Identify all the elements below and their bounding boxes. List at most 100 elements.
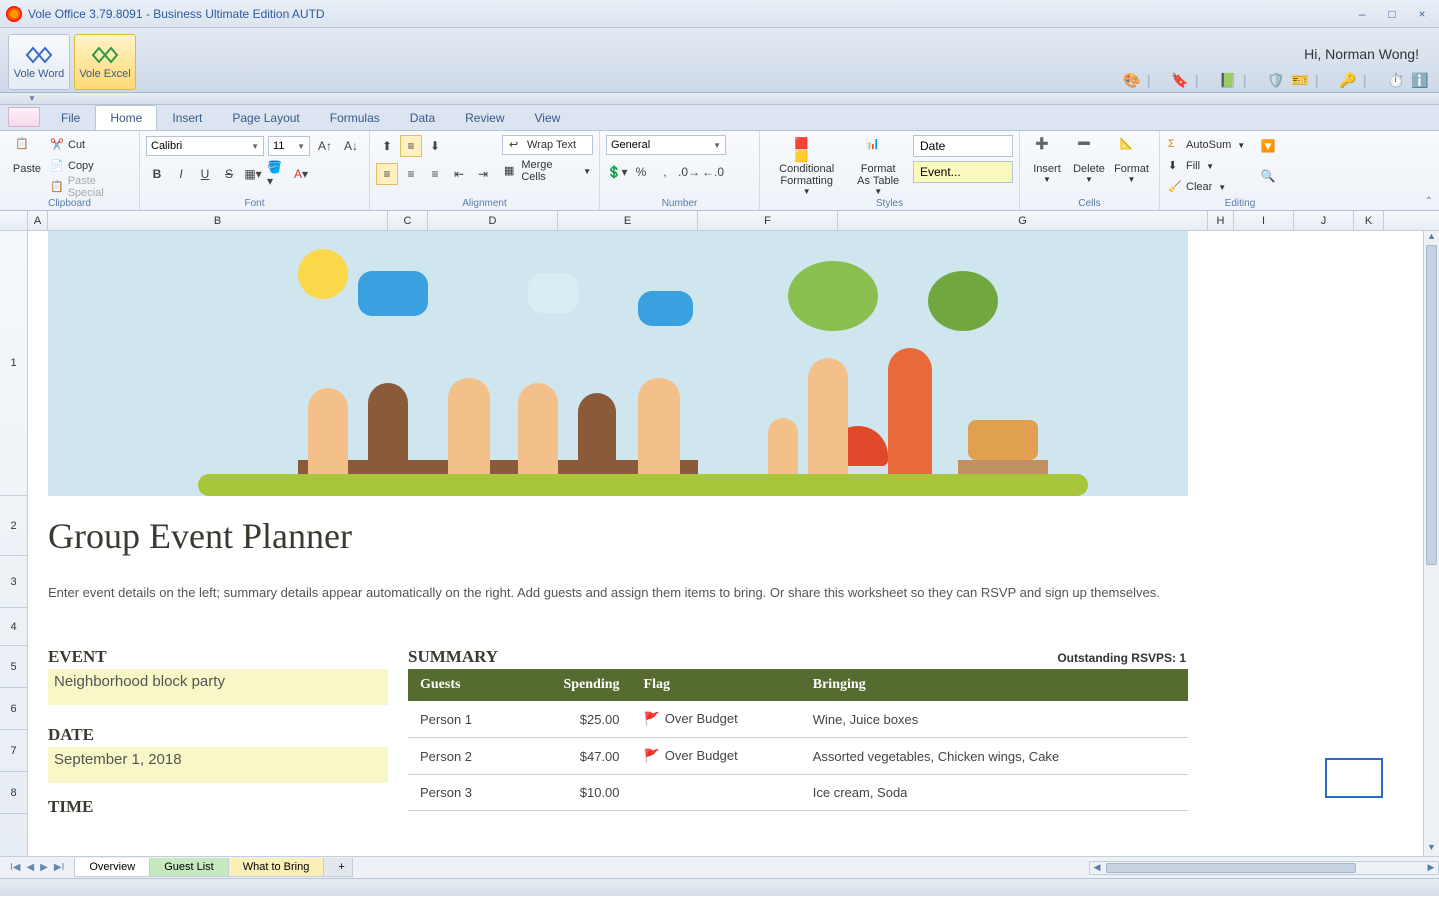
column-header[interactable]: H [1208,211,1234,230]
wrap-text-button[interactable]: ↩Wrap Text [502,135,593,155]
percent-button[interactable]: % [630,161,652,183]
font-color-button[interactable]: A▾ [290,163,312,185]
strike-button[interactable]: S [218,163,240,185]
format-button[interactable]: 📐Format▼ [1110,135,1153,186]
app-tab-excel[interactable]: Vole Excel [74,34,136,90]
paste-button[interactable]: 📋 Paste [6,135,48,177]
number-format-combo[interactable]: General▼ [606,135,726,155]
scroll-left-icon[interactable]: ◀ [1090,862,1104,873]
row-header[interactable]: 3 [0,556,27,608]
column-header[interactable]: J [1294,211,1354,230]
maximize-button[interactable]: □ [1381,5,1403,23]
italic-button[interactable]: I [170,163,192,185]
sheet-nav-last[interactable]: ▶I [54,862,64,873]
row-header[interactable]: 6 [0,688,27,730]
table-row[interactable]: Person 2$47.00🚩Over BudgetAssorted veget… [408,738,1188,775]
column-header[interactable]: F [698,211,838,230]
ribbon-tab-home[interactable]: Home [95,105,157,130]
sheet-tab-guest-list[interactable]: Guest List [149,858,229,877]
column-header[interactable]: E [558,211,698,230]
add-sheet-button[interactable]: + [323,858,353,877]
select-all-corner[interactable] [0,211,28,230]
autosum-button[interactable]: ΣAutoSum▼ [1166,135,1247,155]
underline-button[interactable]: U [194,163,216,185]
increase-decimal-button[interactable]: .0→ [678,161,700,183]
align-top-button[interactable]: ⬆ [376,135,398,157]
align-middle-button[interactable]: ≡ [400,135,422,157]
table-row[interactable]: Person 1$25.00🚩Over BudgetWine, Juice bo… [408,701,1188,738]
fill-color-button[interactable]: 🪣▾ [266,163,288,185]
conditional-formatting-button[interactable]: 🟥🟨 Conditional Formatting▼ [766,135,847,198]
increase-font-button[interactable]: A↑ [314,135,336,157]
column-header[interactable]: G [838,211,1208,230]
ribbon-tab-review[interactable]: Review [450,105,519,130]
row-header[interactable]: 4 [0,608,27,646]
sheet-nav-first[interactable]: I◀ [10,862,20,873]
row-header[interactable]: 1 [0,231,27,496]
delete-button[interactable]: ➖Delete▼ [1068,135,1110,186]
scroll-thumb[interactable] [1426,245,1437,565]
ribbon-tab-page-layout[interactable]: Page Layout [217,105,314,130]
sheet-tab-overview[interactable]: Overview [74,858,150,877]
table-row[interactable]: Person 3$10.00Ice cream, Soda [408,775,1188,811]
align-bottom-button[interactable]: ⬇ [424,135,446,157]
copy-button[interactable]: 📄Copy [48,156,133,176]
decrease-font-button[interactable]: A↓ [340,135,362,157]
align-right-button[interactable]: ≡ [424,163,446,185]
qat-icon-8[interactable]: ℹ️ [1411,72,1427,88]
qat-icon-1[interactable]: 🎨 [1123,72,1139,88]
column-header[interactable]: I [1234,211,1294,230]
align-left-button[interactable]: ≡ [376,163,398,185]
ribbon-tab-formulas[interactable]: Formulas [315,105,395,130]
scroll-thumb[interactable] [1106,863,1356,873]
sheet-nav-prev[interactable]: ◀ [26,862,34,873]
qat-icon-7[interactable]: ⏱️ [1387,72,1403,88]
close-button[interactable]: × [1411,5,1433,23]
qat-icon-2[interactable]: 🔖 [1171,72,1187,88]
qat-icon-5[interactable]: 🎫 [1291,72,1307,88]
ribbon-tab-view[interactable]: View [520,105,576,130]
cells-area[interactable]: Group Event Planner Enter event details … [28,231,1423,856]
decrease-decimal-button[interactable]: ←.0 [702,161,724,183]
column-header[interactable]: C [388,211,428,230]
minimize-button[interactable]: – [1351,5,1373,23]
clear-button[interactable]: 🧹Clear▼ [1166,177,1247,197]
style-date[interactable]: Date [913,135,1013,157]
vertical-scrollbar[interactable]: ▲ ▼ [1423,231,1439,856]
app-tab-word[interactable]: Vole Word [8,34,70,90]
bold-button[interactable]: B [146,163,168,185]
row-header[interactable]: 8 [0,772,27,814]
scroll-down-icon[interactable]: ▼ [1424,842,1439,856]
ribbon-tab-file[interactable]: File [46,105,95,130]
column-header[interactable]: B [48,211,388,230]
scroll-right-icon[interactable]: ▶ [1424,862,1438,873]
ribbon-tab-data[interactable]: Data [395,105,450,130]
qat-icon-6[interactable]: 🔑 [1339,72,1355,88]
row-header[interactable]: 5 [0,646,27,688]
column-header[interactable]: K [1354,211,1384,230]
merge-cells-button[interactable]: ▦Merge Cells▼ [502,161,593,181]
insert-button[interactable]: ➕Insert▼ [1026,135,1068,186]
border-button[interactable]: ▦▾ [242,163,264,185]
date-value-cell[interactable]: September 1, 2018 [48,747,388,783]
currency-button[interactable]: 💲▾ [606,161,628,183]
row-header[interactable]: 7 [0,730,27,772]
qat-icon-3[interactable]: 📗 [1219,72,1235,88]
increase-indent-button[interactable]: ⇥ [472,163,494,185]
qat-icon-4[interactable]: 🛡️ [1267,72,1283,88]
collapse-ribbon-button[interactable]: ⌃ [1425,196,1433,207]
comma-button[interactable]: , [654,161,676,183]
sort-filter-button[interactable]: 🔽 [1257,135,1279,157]
qat-dropdown[interactable]: ▼ [0,93,1439,105]
horizontal-scrollbar[interactable]: ◀ ▶ [1089,861,1439,875]
font-name-combo[interactable]: Calibri▼ [146,136,264,156]
find-button[interactable]: 🔍 [1257,165,1279,187]
scroll-up-icon[interactable]: ▲ [1424,231,1439,245]
format-as-table-button[interactable]: 📊 Format As Table▼ [847,135,909,198]
row-header[interactable]: 2 [0,496,27,556]
style-event[interactable]: Event... [913,161,1013,183]
paste-special-button[interactable]: 📋Paste Special [48,177,133,197]
column-header[interactable]: A [28,211,48,230]
sheet-tab-what-to-bring[interactable]: What to Bring [228,858,325,877]
event-value-cell[interactable]: Neighborhood block party [48,669,388,705]
